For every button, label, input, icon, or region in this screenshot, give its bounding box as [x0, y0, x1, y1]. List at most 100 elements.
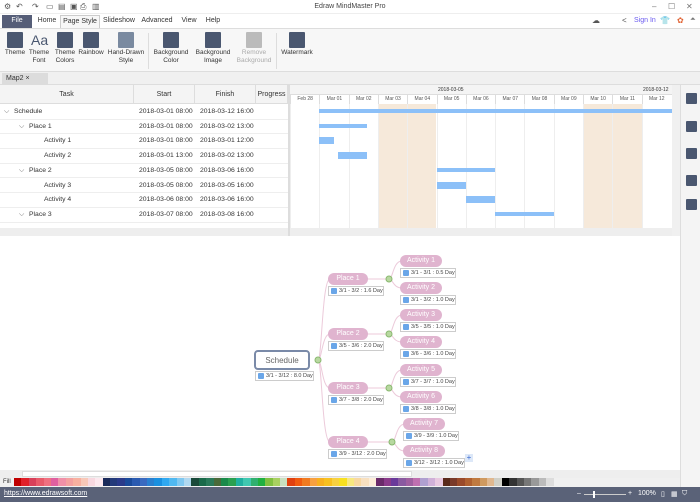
color-swatch[interactable]	[161, 478, 170, 486]
color-swatch[interactable]	[250, 478, 258, 486]
color-swatch[interactable]	[353, 478, 362, 486]
color-swatch[interactable]	[191, 478, 199, 486]
color-swatch[interactable]	[132, 478, 140, 486]
color-swatch[interactable]	[102, 478, 111, 486]
summary-bar[interactable]	[319, 123, 367, 128]
color-swatch[interactable]	[427, 478, 436, 486]
background-color-button[interactable]: Background Color	[152, 32, 190, 65]
color-swatch[interactable]	[65, 478, 74, 486]
color-swatch[interactable]	[87, 478, 96, 486]
skin-icon[interactable]: 👕	[660, 16, 670, 25]
color-swatch[interactable]	[235, 478, 244, 486]
task-bar[interactable]	[465, 196, 496, 204]
color-swatch[interactable]	[280, 478, 288, 486]
share-icon[interactable]: <	[622, 16, 627, 25]
task-bar[interactable]	[319, 137, 334, 145]
activity-node[interactable]: Activity 7	[403, 418, 445, 430]
close-tab-icon[interactable]: ×	[25, 75, 29, 82]
task-icon[interactable]	[686, 175, 697, 186]
color-swatch[interactable]	[516, 478, 524, 486]
color-swatch[interactable]	[398, 478, 406, 486]
activity-node[interactable]: Activity 2	[400, 282, 442, 294]
color-swatch[interactable]	[265, 478, 273, 486]
col-task[interactable]: Task	[0, 85, 134, 104]
color-swatch[interactable]	[450, 478, 458, 486]
color-swatch[interactable]	[405, 478, 414, 486]
close-button[interactable]: ✕	[686, 2, 693, 11]
color-swatch[interactable]	[509, 478, 517, 486]
background-image-button[interactable]: Background Image	[194, 32, 232, 65]
mark-icon[interactable]	[686, 148, 697, 159]
task-bar[interactable]	[337, 152, 367, 160]
minimize-button[interactable]: –	[652, 2, 656, 11]
zoom-in-button[interactable]: +	[628, 490, 632, 497]
table-row[interactable]: Activity 2 2018-03-01 13:00 2018-03-02 13:…	[0, 149, 288, 164]
color-swatch[interactable]	[538, 478, 547, 486]
color-swatch[interactable]	[317, 478, 325, 486]
col-progress[interactable]: Progress	[256, 85, 288, 104]
color-swatch[interactable]	[176, 478, 184, 486]
color-swatch[interactable]	[376, 478, 384, 486]
color-swatch[interactable]	[73, 478, 81, 486]
color-swatch[interactable]	[110, 478, 118, 486]
collapse-toggle-icon[interactable]	[385, 275, 393, 283]
color-swatch[interactable]	[28, 478, 37, 486]
color-swatch[interactable]	[206, 478, 214, 486]
maximize-button[interactable]: ☐	[668, 2, 675, 11]
summary-bar[interactable]	[436, 167, 496, 172]
color-swatch[interactable]	[309, 478, 318, 486]
place-node[interactable]: Place 2	[328, 328, 368, 340]
activity-node[interactable]: Activity 5	[400, 364, 442, 376]
color-swatch[interactable]	[243, 478, 251, 486]
watermark-button[interactable]: Watermark	[280, 32, 314, 57]
doc-tab-map2[interactable]: Map2 ×	[2, 73, 48, 85]
chart-hscrollbar[interactable]	[290, 228, 672, 236]
cloud-icon[interactable]: ☁	[592, 16, 600, 25]
tab-home[interactable]: Home	[34, 15, 60, 28]
rainbow-button[interactable]: Rainbow	[78, 32, 104, 57]
color-swatch[interactable]	[457, 478, 465, 486]
zoom-slider[interactable]	[584, 494, 626, 495]
tab-help[interactable]: Help	[202, 15, 224, 28]
chart-vscrollbar[interactable]	[672, 85, 680, 236]
apps-icon[interactable]: ✿	[677, 16, 684, 25]
color-swatch[interactable]	[21, 478, 29, 486]
color-swatch[interactable]	[169, 478, 177, 486]
collapse-toggle-icon[interactable]	[388, 438, 396, 446]
collapse-chevron-icon[interactable]: ⌵	[19, 167, 24, 175]
table-row[interactable]: ⌵ Place 3 2018-03-07 08:00 2018-03-08 16:00	[0, 208, 288, 223]
format-icon[interactable]	[686, 93, 697, 104]
table-row[interactable]: ⌵ Place 1 2018-03-01 08:00 2018-03-02 13:00	[0, 120, 288, 135]
color-swatch[interactable]	[339, 478, 347, 486]
color-swatch[interactable]	[95, 478, 103, 486]
color-swatch[interactable]	[383, 478, 391, 486]
tab-advanced[interactable]: Advanced	[140, 15, 174, 28]
color-swatch[interactable]	[324, 478, 332, 486]
color-swatch[interactable]	[183, 478, 192, 486]
theme-colors-button[interactable]: Theme Colors	[53, 32, 77, 65]
color-swatch[interactable]	[228, 478, 236, 486]
color-swatch[interactable]	[58, 478, 66, 486]
zoom-slider-handle[interactable]	[593, 491, 595, 498]
website-link[interactable]: https://www.edrawsoft.com	[4, 490, 87, 497]
table-row[interactable]: Activity 1 2018-03-01 08:00 2018-03-01 12:…	[0, 134, 288, 150]
theme-font-button[interactable]: Aa Theme Font	[28, 32, 50, 65]
color-swatch[interactable]	[287, 478, 295, 486]
color-swatch[interactable]	[294, 478, 303, 486]
color-swatch[interactable]	[442, 478, 451, 486]
collapse-chevron-icon[interactable]: ⌵	[19, 211, 24, 219]
outline-icon[interactable]	[686, 121, 697, 132]
color-swatch[interactable]	[213, 478, 221, 486]
color-swatch[interactable]	[413, 478, 421, 486]
tab-view[interactable]: View	[178, 15, 200, 28]
collapse-toggle-icon[interactable]	[385, 384, 393, 392]
color-swatch[interactable]	[302, 478, 310, 486]
color-swatch[interactable]	[80, 478, 88, 486]
color-swatch[interactable]	[198, 478, 207, 486]
color-swatch[interactable]	[346, 478, 354, 486]
activity-node[interactable]: Activity 6	[400, 391, 442, 403]
color-swatch[interactable]	[147, 478, 155, 486]
root-node[interactable]: Schedule	[254, 350, 310, 370]
collapse-chevron-icon[interactable]: ⌵	[4, 108, 9, 116]
color-swatch[interactable]	[546, 478, 554, 486]
